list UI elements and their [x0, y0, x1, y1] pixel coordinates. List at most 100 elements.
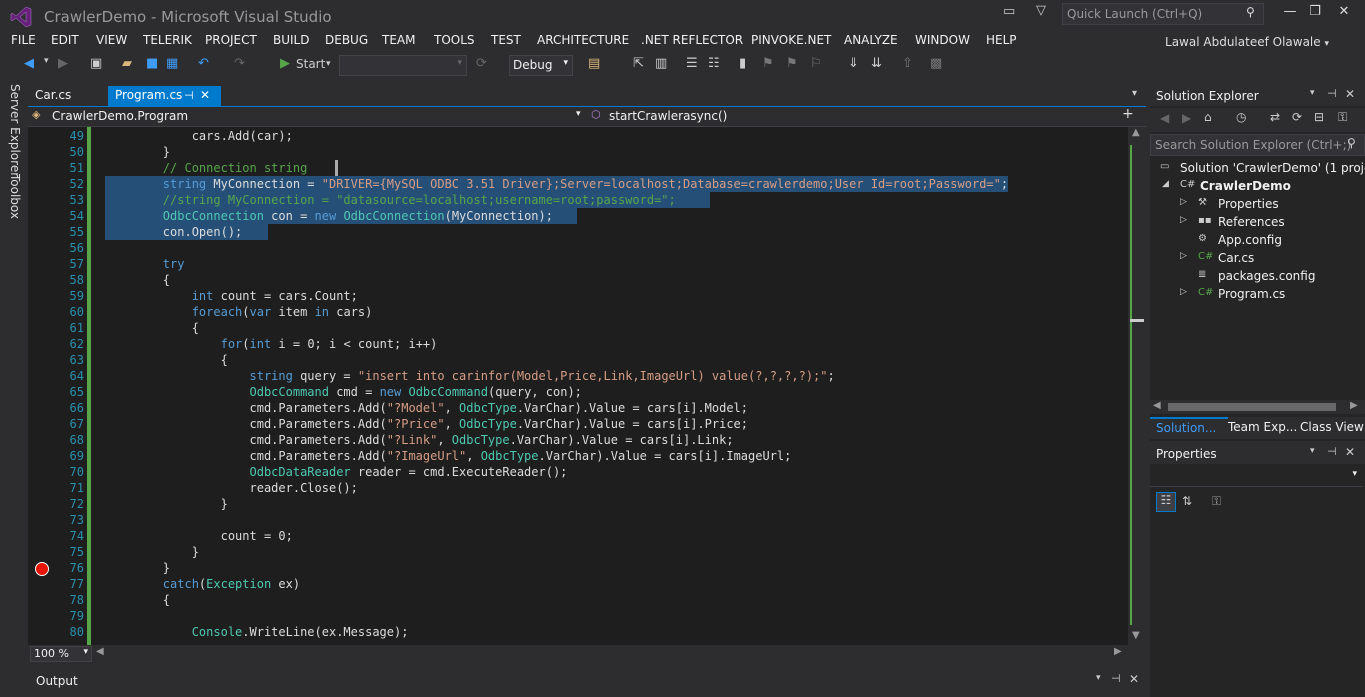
minimize-button[interactable]: — [1277, 4, 1303, 22]
code-line[interactable]: 71 reader.Close(); [28, 480, 1128, 496]
solution-icon[interactable]: ▥ [655, 56, 667, 71]
solution-configuration-select[interactable]: Debug ▾ [509, 55, 573, 76]
menu-architecture[interactable]: ARCHITECTURE [537, 33, 629, 47]
uncomment-lines-icon[interactable]: ☷ [708, 56, 720, 71]
menu-tools[interactable]: TOOLS [434, 33, 475, 47]
menu-window[interactable]: WINDOW [915, 33, 970, 47]
code-line[interactable]: 73 [28, 512, 1128, 528]
expand-arrow-icon[interactable]: ▷ [1180, 251, 1187, 261]
tab-car-cs[interactable]: Car.cs [28, 86, 107, 106]
tree-item[interactable]: ≣ packages.config [1150, 268, 1365, 286]
close-panel-icon[interactable]: ✕ [1345, 87, 1355, 101]
code-line[interactable]: 63 { [28, 352, 1128, 368]
home-icon[interactable]: ⌂ [1204, 110, 1212, 124]
split-window-icon[interactable]: + [1122, 106, 1134, 122]
forward-icon[interactable]: ▶ [1182, 111, 1191, 125]
refresh-icon[interactable]: ⟳ [476, 56, 487, 71]
scroll-left-icon[interactable]: ◀ [96, 646, 104, 657]
chevron-down-icon[interactable]: ▾ [1310, 88, 1315, 98]
code-line[interactable]: 60 foreach(var item in cars) [28, 304, 1128, 320]
grid-icon[interactable]: ▩ [930, 56, 942, 71]
code-line[interactable]: 67 cmd.Parameters.Add("?Price", OdbcType… [28, 416, 1128, 432]
code-line[interactable]: 68 cmd.Parameters.Add("?Link", OdbcType.… [28, 432, 1128, 448]
new-project-icon[interactable]: ▣ [90, 56, 102, 71]
collapse-arrow-icon[interactable]: ◢ [1162, 179, 1169, 189]
code-line[interactable]: 58 { [28, 272, 1128, 288]
pin-icon[interactable]: ⊣ [1111, 672, 1121, 685]
solution-horizontal-scrollbar[interactable]: ◀ ▶ [1150, 400, 1365, 414]
collapse-all-icon[interactable]: ⊟ [1314, 110, 1324, 124]
scroll-up-icon[interactable]: ▲ [1132, 127, 1140, 138]
tab-team-explorer[interactable]: Team Exp... [1228, 420, 1297, 434]
properties-object-select[interactable]: ▾ [1150, 466, 1363, 487]
menu-team[interactable]: TEAM [382, 33, 415, 47]
breakpoint-icon[interactable] [35, 562, 49, 576]
previous-bookmark-icon[interactable]: ⚑ [762, 56, 774, 71]
start-button[interactable]: Start [296, 57, 325, 71]
publish-icon[interactable]: ⇧ [902, 56, 913, 71]
code-line[interactable]: 75 } [28, 544, 1128, 560]
navigate-back-icon[interactable]: ◀ [24, 56, 34, 71]
menu-edit[interactable]: EDIT [51, 33, 79, 47]
pending-changes-icon[interactable]: ◷ [1236, 110, 1246, 124]
back-icon[interactable]: ◀ [1160, 111, 1169, 125]
tree-item[interactable]: ▷ C# Car.cs [1150, 250, 1365, 268]
pin-icon[interactable]: ⊣ [1327, 445, 1337, 458]
menu-pinvoke-net[interactable]: PINVOKE.NET [751, 33, 831, 47]
redo-icon[interactable]: ↷ [234, 56, 245, 71]
chevron-down-icon[interactable]: ▾ [1310, 446, 1315, 456]
class-dropdown[interactable]: CrawlerDemo.Program [52, 109, 188, 123]
menu-help[interactable]: HELP [986, 33, 1017, 47]
scroll-left-icon[interactable]: ◀ [1153, 400, 1161, 411]
code-line[interactable]: 55 con.Open(); [28, 224, 1128, 240]
start-play-icon[interactable]: ▶ [280, 56, 290, 71]
property-pages-icon[interactable]: ⚿ [1212, 494, 1221, 509]
expand-arrow-icon[interactable]: ▷ [1180, 197, 1187, 207]
quick-launch-input[interactable]: Quick Launch (Ctrl+Q) ⚲ [1062, 3, 1264, 25]
menu-project[interactable]: PROJECT [205, 33, 257, 47]
code-line[interactable]: 77 catch(Exception ex) [28, 576, 1128, 592]
code-line[interactable]: 61 { [28, 320, 1128, 336]
code-editor[interactable]: 49 cars.Add(car); 50 } 51 // Connection st… [28, 127, 1128, 645]
filter-icon[interactable]: ▽ [1036, 3, 1046, 18]
code-line[interactable]: 65 OdbcCommand cmd = new OdbcCommand(que… [28, 384, 1128, 400]
code-line[interactable]: 76 } [28, 560, 1128, 576]
tab-program-cs[interactable]: Program.cs ⊣ ✕ [108, 86, 221, 106]
download-icon[interactable]: ⇊ [871, 56, 882, 71]
code-line[interactable]: 50 } [28, 144, 1128, 160]
user-name[interactable]: Lawal Abdulateef Olawale ▾ [1165, 35, 1329, 49]
code-line[interactable]: 57 try [28, 256, 1128, 272]
code-line[interactable]: 54 OdbcConnection con = new OdbcConnecti… [28, 208, 1128, 224]
code-line[interactable]: 56 [28, 240, 1128, 256]
scroll-thumb[interactable] [1168, 403, 1336, 411]
refresh-icon[interactable]: ⟳ [1292, 110, 1302, 124]
toolbox-tab[interactable]: Toolbox [8, 174, 22, 219]
member-dropdown[interactable]: startCrawlerasync() [609, 109, 727, 123]
next-bookmark-icon[interactable]: ⚑ [786, 56, 798, 71]
bookmark-icon[interactable]: ▮ [739, 56, 746, 71]
close-tab-icon[interactable]: ✕ [200, 86, 210, 105]
menu-file[interactable]: FILE [11, 33, 36, 47]
tree-item[interactable]: ▷ ▪▪ References [1150, 214, 1365, 232]
code-line[interactable]: 51 // Connection string [28, 160, 1128, 176]
solution-search-input[interactable]: Search Solution Explorer (Ctrl+;) ⚲ [1150, 134, 1365, 156]
expand-arrow-icon[interactable]: ▷ [1180, 287, 1187, 297]
menu-net-reflector[interactable]: .NET REFLECTOR [641, 33, 743, 47]
menu-analyze[interactable]: ANALYZE [844, 33, 898, 47]
zoom-select[interactable]: 100 % ▾ [30, 646, 92, 662]
tree-item[interactable]: ⚙ App.config [1150, 232, 1365, 250]
close-window-button[interactable]: ✕ [1331, 4, 1357, 22]
menu-test[interactable]: TEST [491, 33, 521, 47]
chevron-down-icon[interactable]: ▾ [44, 56, 49, 66]
maximize-button[interactable]: ❐ [1302, 4, 1328, 22]
code-line[interactable]: 80 Console.WriteLine(ex.Message); [28, 624, 1128, 640]
server-explorer-tab[interactable]: Server Explorer [8, 84, 22, 177]
sync-icon[interactable]: ⇄ [1270, 110, 1280, 124]
pin-icon[interactable]: ⊣ [184, 86, 194, 105]
attach-icon[interactable]: ⇓ [848, 56, 859, 71]
scroll-thumb[interactable] [1130, 319, 1144, 322]
pin-icon[interactable]: ⊣ [1327, 87, 1337, 100]
editor-vertical-scrollbar[interactable]: ▲ ▼ [1128, 127, 1146, 645]
code-line[interactable]: 74 count = 0; [28, 528, 1128, 544]
feedback-icon[interactable]: ▭ [1003, 4, 1015, 19]
